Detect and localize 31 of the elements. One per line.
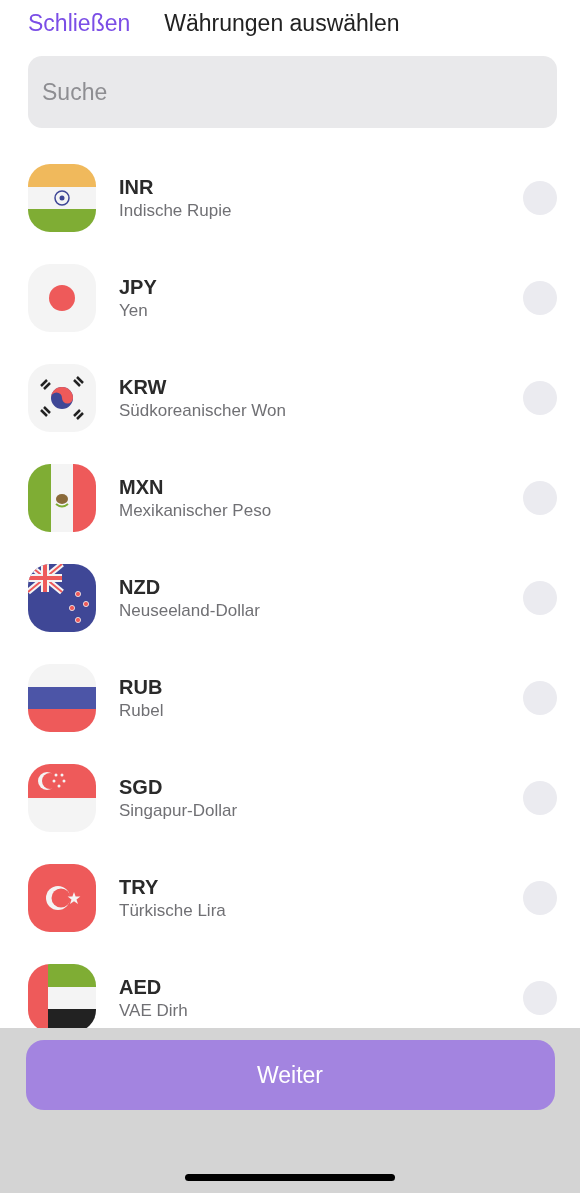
flag-icon — [28, 264, 96, 332]
currency-code: KRW — [119, 375, 168, 400]
page-title: Währungen auswählen — [164, 8, 400, 38]
currency-code: NZD — [119, 575, 162, 600]
currency-name: VAE Dirh — [119, 1000, 189, 1022]
flag-icon — [28, 164, 96, 232]
search-field[interactable]: Suche — [28, 56, 557, 128]
currency-name: Yen — [119, 300, 149, 322]
currency-code: MXN — [119, 475, 165, 500]
currency-name: Südkoreanischer Won — [119, 400, 287, 422]
flag-icon — [28, 464, 96, 532]
currency-name: Mexikanischer Peso — [119, 500, 273, 522]
currency-name: Türkische Lira — [119, 900, 227, 922]
flag-icon — [28, 864, 96, 932]
flag-icon — [28, 564, 96, 632]
currency-name: Neuseeland-Dollar — [119, 600, 261, 622]
currency-name: Rubel — [119, 700, 165, 722]
flag-icon — [28, 364, 96, 432]
continue-button[interactable]: Weiter — [25, 1040, 555, 1110]
currency-code: INR — [119, 175, 155, 200]
currency-code: AED — [119, 975, 163, 1000]
currency-code: RUB — [119, 675, 164, 700]
close-link[interactable]: Schließen — [28, 5, 131, 41]
flag-icon — [28, 964, 96, 1028]
flag-icon — [28, 664, 96, 732]
currency-code: JPY — [119, 275, 158, 300]
currency-code: TRY — [119, 875, 160, 900]
flag-icon — [28, 764, 96, 832]
currency-code: SGD — [119, 775, 164, 800]
currency-name: Singapur-Dollar — [119, 800, 239, 822]
currency-name: Indische Rupie — [119, 200, 233, 222]
